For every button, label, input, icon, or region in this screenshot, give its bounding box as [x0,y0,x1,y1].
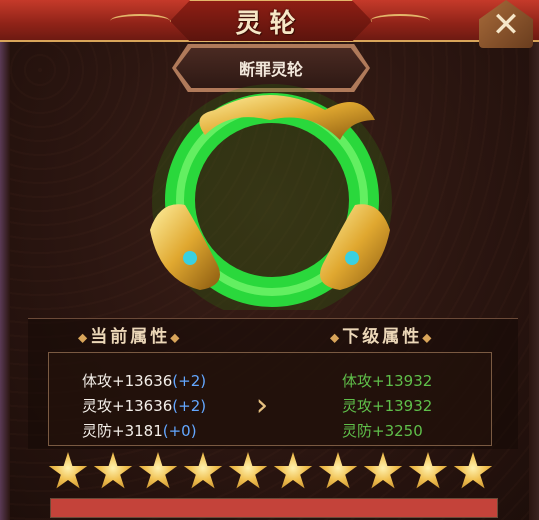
current-attribute-row: 体攻+13636(+2) [82,370,206,391]
current-attribute-value: 灵防+3181 [82,422,163,440]
next-attributes-header: ◆下级属性◆ [330,327,435,347]
progress-fill [51,499,497,517]
item-name: 断罪灵轮 [238,60,303,79]
left-edge [0,40,10,520]
upgrade-panel: 灵轮 ✕ 断罪灵轮 ◆当前属性◆ ◆下级属性◆ 体攻+13636(+2) 灵攻+… [0,0,539,520]
star-icon [93,452,133,489]
star-icon [228,452,268,489]
close-icon: ✕ [491,5,521,45]
next-attribute-value: 灵防+3250 [342,422,423,440]
page-title: 灵轮 [235,9,304,39]
jade-ring-image [150,84,392,310]
star-icon [48,452,88,489]
current-attribute-value: 灵攻+13636 [82,397,173,415]
current-attribute-value: 体攻+13636 [82,372,173,390]
current-attribute-increase: (+2) [172,397,207,415]
current-attribute-row: 灵防+3181(+0) [82,420,197,441]
current-attributes-header: ◆当前属性◆ [78,327,183,347]
next-attribute-value: 灵攻+13932 [342,397,433,415]
star-icon [183,452,223,489]
star-icon [138,452,178,489]
left-dragon-eye [183,251,197,265]
progress-bar [50,498,498,518]
title-bar: 灵轮 [0,0,539,42]
star-icon [318,452,358,489]
current-attribute-row: 灵攻+13636(+2) [82,395,206,416]
star-icon [408,452,448,489]
star-icon [273,452,313,489]
star-rating [48,452,508,496]
current-attribute-increase: (+0) [162,422,197,440]
star-icon [363,452,403,489]
next-attribute-value: 体攻+13932 [342,372,433,390]
star-icon [453,452,493,489]
right-edge [529,40,539,520]
current-attribute-increase: (+2) [172,372,207,390]
current-attributes-title: 当前属性 [90,327,171,347]
next-attributes-title: 下级属性 [342,327,423,347]
right-dragon-eye [345,251,359,265]
